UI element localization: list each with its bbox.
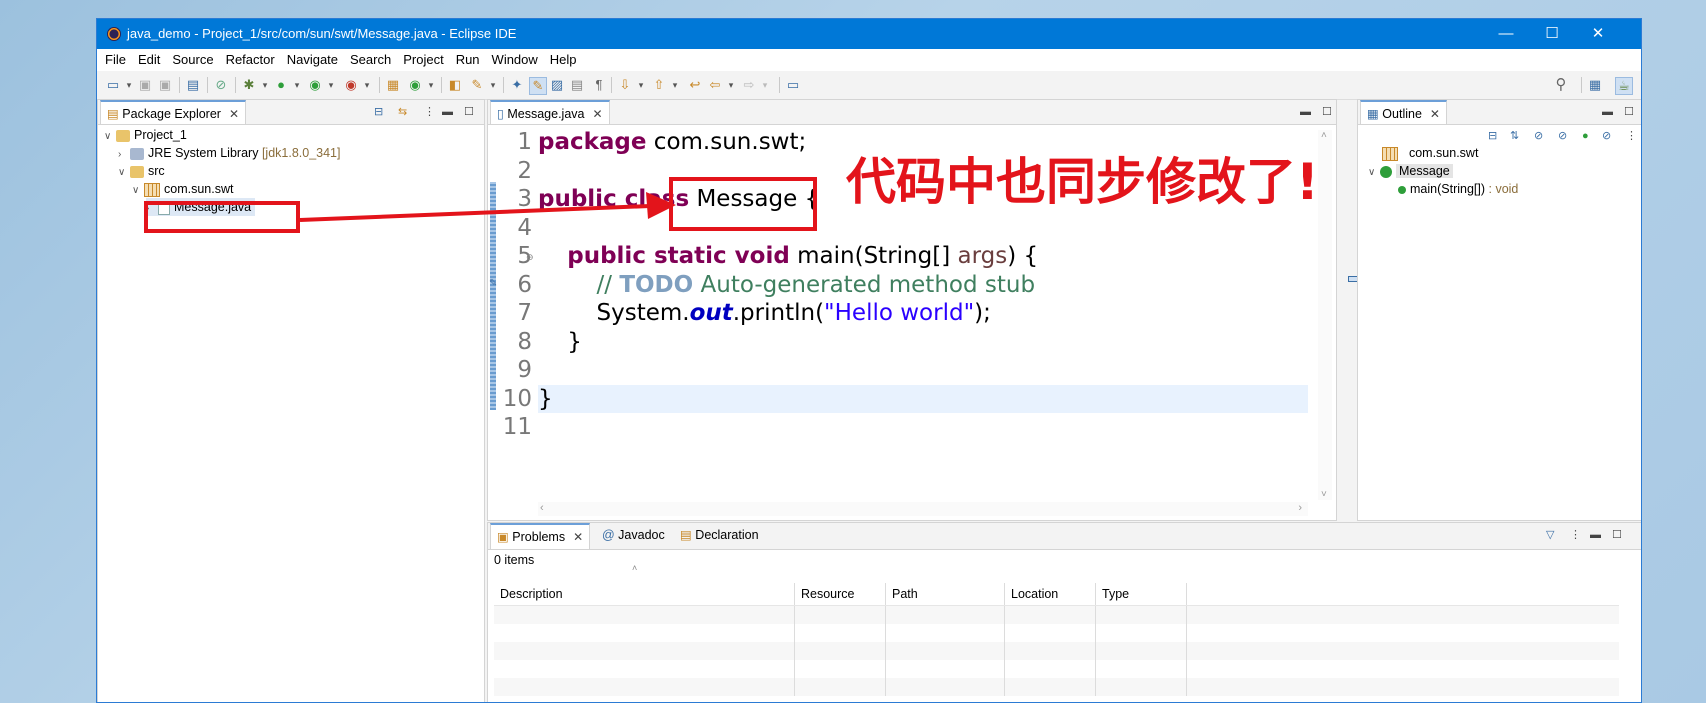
annotation-caption: 代码中也同步修改了! [846, 153, 1319, 211]
annotation-arrow [299, 192, 676, 222]
